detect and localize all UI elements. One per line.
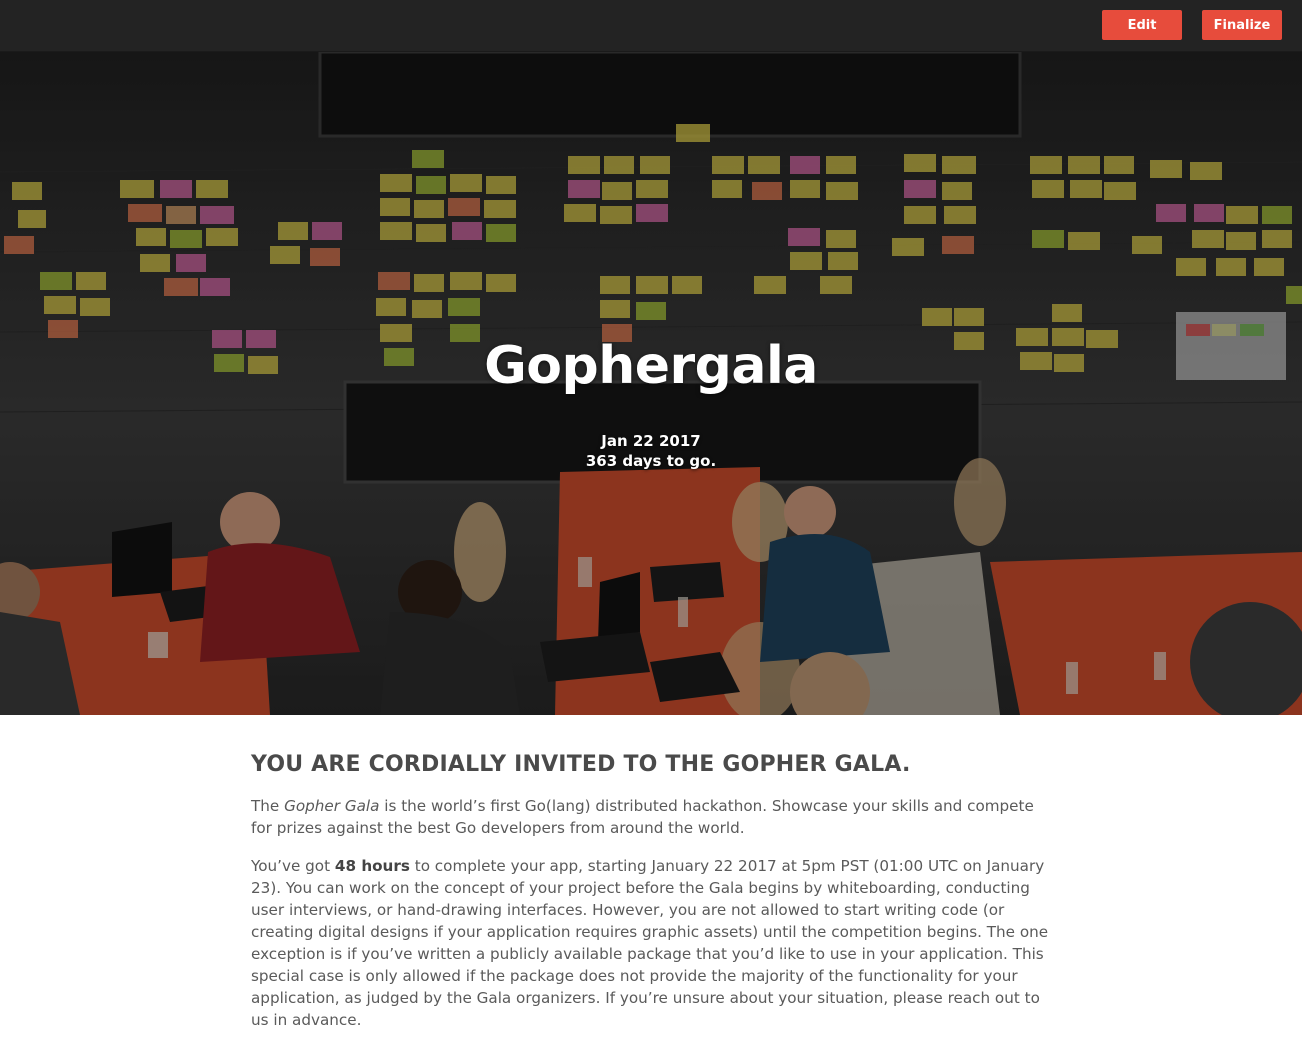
invitation-heading: YOU ARE CORDIALLY INVITED TO THE GOPHER … [251, 752, 911, 777]
rules-text-end: to complete your app, starting January 2… [251, 857, 1049, 1029]
rules-text-start: You’ve got [251, 857, 335, 875]
invitation-content: YOU ARE CORDIALLY INVITED TO THE GOPHER … [251, 752, 1051, 1047]
duration-highlight: 48 hours [334, 857, 410, 875]
finalize-button[interactable]: Finalize [1202, 10, 1282, 40]
hero-banner: Gophergala Jan 22 2017 363 days to go. [0, 52, 1302, 715]
edit-button[interactable]: Edit [1102, 10, 1182, 40]
event-title: Gophergala [484, 336, 818, 396]
top-bar: Edit Finalize [0, 0, 1302, 52]
intro-text-start: The [251, 797, 285, 815]
event-date: Jan 22 2017 [601, 432, 701, 450]
rules-paragraph: You’ve got 48 hours to complete your app… [251, 855, 1051, 1031]
event-countdown: 363 days to go. [585, 452, 717, 470]
intro-paragraph: The Gopher Gala is the world’s first Go(… [251, 795, 1051, 839]
gopher-gala-emphasis: Gopher Gala [284, 797, 380, 815]
